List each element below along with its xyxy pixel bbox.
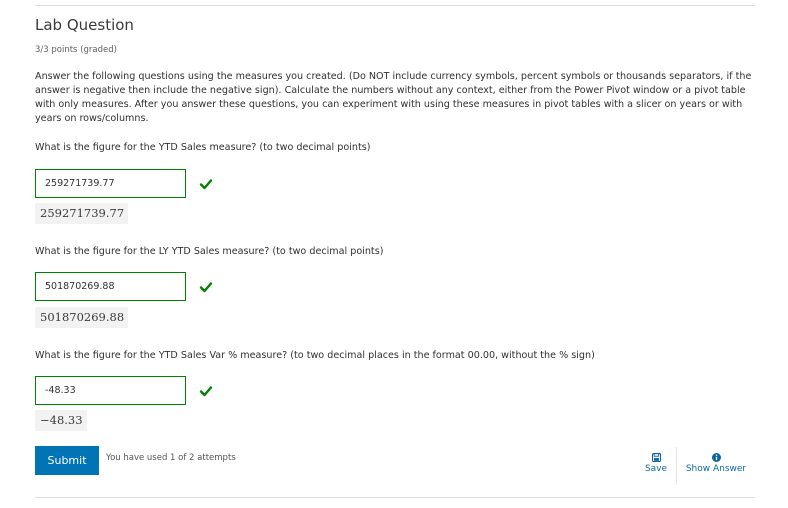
correct-check-icon: [199, 282, 213, 293]
question-3-answer-input[interactable]: [35, 376, 186, 405]
question-3-prompt: What is the figure for the YTD Sales Var…: [35, 350, 595, 361]
question-1-submitted-answer: 259271739.77: [35, 203, 129, 224]
correct-check-icon: [199, 386, 213, 397]
show-answer-label: Show Answer: [685, 464, 747, 474]
problem-title: Lab Question: [35, 16, 134, 34]
bottom-divider: [35, 497, 755, 498]
instructions-text: Answer the following questions using the…: [35, 71, 752, 124]
question-3-submitted-answer: −48.33: [35, 410, 87, 431]
points-label: 3/3 points (graded): [35, 45, 117, 55]
info-circle-icon: [711, 453, 721, 462]
submit-button[interactable]: Submit: [35, 446, 99, 475]
save-button[interactable]: Save: [642, 453, 670, 474]
correct-check-icon: [199, 179, 213, 190]
show-answer-button[interactable]: Show Answer: [684, 453, 748, 474]
top-divider: [35, 5, 755, 6]
attempts-text: You have used 1 of 2 attempts: [106, 453, 236, 463]
question-1-answer-input[interactable]: [35, 169, 186, 198]
question-1-prompt: What is the figure for the YTD Sales mea…: [35, 142, 371, 153]
action-divider: [676, 447, 677, 485]
question-2-submitted-answer: 501870269.88: [35, 307, 129, 328]
question-2-answer-input[interactable]: [35, 272, 186, 301]
save-label: Save: [644, 464, 668, 474]
question-2-prompt: What is the figure for the LY YTD Sales …: [35, 246, 384, 257]
floppy-disk-icon: [651, 453, 661, 462]
